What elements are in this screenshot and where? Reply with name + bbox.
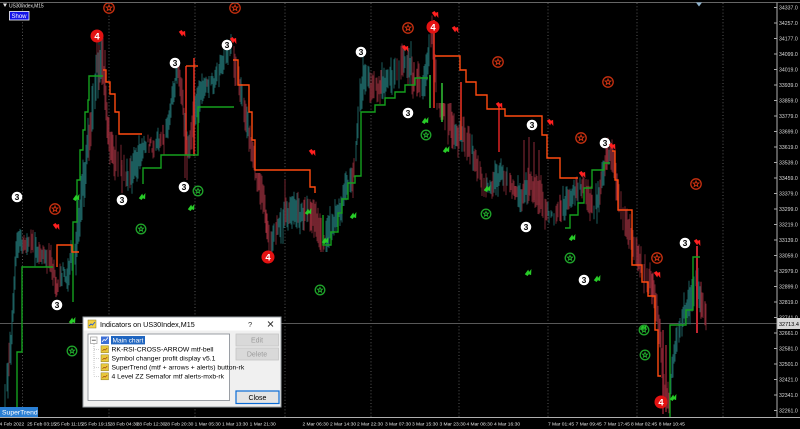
svg-text:4 Mar 16:30: 4 Mar 16:30: [494, 422, 520, 428]
svg-text:Show: Show: [11, 14, 27, 20]
svg-text:32899.0: 32899.0: [779, 285, 798, 291]
svg-text:2 Mar 06:30: 2 Mar 06:30: [302, 422, 328, 428]
svg-text:4: 4: [658, 398, 664, 409]
svg-text:RK-RSI-CROSS-ARROW mtf-bell: RK-RSI-CROSS-ARROW mtf-bell: [112, 347, 214, 354]
svg-text:32979.0: 32979.0: [779, 269, 798, 275]
svg-text:33379.0: 33379.0: [779, 192, 798, 198]
svg-text:24 Feb 2022: 24 Feb 2022: [0, 422, 25, 428]
svg-text:32421.0: 32421.0: [779, 378, 798, 384]
svg-text:33059.0: 33059.0: [779, 254, 798, 260]
svg-text:7 Mar 17:45: 7 Mar 17:45: [604, 422, 630, 428]
svg-text:3: 3: [173, 58, 178, 68]
svg-text:4 Level ZZ Semafor mtf alerts-: 4 Level ZZ Semafor mtf alerts-mxb-rk: [112, 374, 225, 381]
svg-text:8 Mar 02:45: 8 Mar 02:45: [631, 422, 657, 428]
svg-text:7 Mar 01:45: 7 Mar 01:45: [548, 422, 574, 428]
svg-text:28 Feb 20:30: 28 Feb 20:30: [165, 422, 194, 428]
svg-text:3: 3: [683, 238, 688, 248]
svg-text:Symbol changer profit display: Symbol changer profit display v5.1: [112, 356, 216, 363]
svg-text:34337.0: 34337.0: [779, 6, 798, 12]
svg-text:1 Mar 21:30: 1 Mar 21:30: [250, 422, 276, 428]
svg-text:32819.0: 32819.0: [779, 300, 798, 306]
svg-text:3 Mar 07:30: 3 Mar 07:30: [385, 422, 411, 428]
svg-text:3: 3: [182, 182, 187, 192]
svg-text:33619.0: 33619.0: [779, 145, 798, 151]
svg-text:25 Feb 11:15: 25 Feb 11:15: [54, 422, 83, 428]
svg-text:32741.0: 32741.0: [779, 316, 798, 322]
svg-text:33859.0: 33859.0: [779, 99, 798, 105]
svg-text:Edit: Edit: [251, 338, 263, 345]
svg-text:28 Feb 04:30: 28 Feb 04:30: [110, 422, 139, 428]
svg-text:25 Feb 19:15: 25 Feb 19:15: [82, 422, 111, 428]
svg-text:33939.0: 33939.0: [779, 83, 798, 89]
svg-text:33219.0: 33219.0: [779, 223, 798, 229]
svg-text:4 Mar 08:30: 4 Mar 08:30: [466, 422, 492, 428]
svg-text:7 Mar 09:45: 7 Mar 09:45: [576, 422, 602, 428]
svg-text:2 Mar 22:30: 2 Mar 22:30: [357, 422, 383, 428]
svg-text:34019.0: 34019.0: [779, 68, 798, 74]
svg-text:33699.0: 33699.0: [779, 130, 798, 136]
svg-text:1 Mar 05:30: 1 Mar 05:30: [195, 422, 221, 428]
svg-text:3: 3: [406, 108, 411, 118]
svg-text:4: 4: [94, 32, 100, 43]
svg-text:3: 3: [582, 275, 587, 285]
svg-text:33539.0: 33539.0: [779, 161, 798, 167]
svg-text:3: 3: [524, 222, 529, 232]
svg-text:2 Mar 14:30: 2 Mar 14:30: [330, 422, 356, 428]
svg-text:33139.0: 33139.0: [779, 238, 798, 244]
svg-text:25 Feb 03:15: 25 Feb 03:15: [27, 422, 56, 428]
svg-text:3: 3: [55, 300, 60, 310]
svg-text:3 Mar 23:30: 3 Mar 23:30: [439, 422, 465, 428]
svg-text:Indicators on US30Index,M15: Indicators on US30Index,M15: [100, 320, 195, 329]
svg-text:Main chart: Main chart: [113, 338, 144, 345]
svg-text:Delete: Delete: [247, 352, 267, 359]
svg-text:SuperTrend: SuperTrend: [2, 410, 38, 417]
svg-text:8 Mar 10:45: 8 Mar 10:45: [659, 422, 685, 428]
svg-text:3: 3: [603, 138, 608, 148]
svg-text:US30Index,M15: US30Index,M15: [9, 4, 44, 10]
svg-text:3: 3: [530, 120, 535, 130]
svg-text:32581.0: 32581.0: [779, 347, 798, 353]
svg-text:34177.0: 34177.0: [779, 37, 798, 43]
svg-text:1 Mar 13:30: 1 Mar 13:30: [222, 422, 248, 428]
svg-text:34099.0: 34099.0: [779, 52, 798, 58]
svg-text:32661.0: 32661.0: [779, 331, 798, 337]
svg-text:32341.0: 32341.0: [779, 393, 798, 399]
svg-text:3: 3: [15, 192, 20, 202]
svg-text:3: 3: [359, 47, 364, 57]
svg-text:32261.0: 32261.0: [779, 409, 798, 415]
svg-text:32501.0: 32501.0: [779, 362, 798, 368]
svg-text:34257.0: 34257.0: [779, 21, 798, 27]
svg-text:SuperTrend (mtf + arrows + ale: SuperTrend (mtf + arrows + alerts) butto…: [112, 365, 245, 372]
svg-text:Close: Close: [249, 395, 267, 402]
svg-text:3 Mar 15:30: 3 Mar 15:30: [412, 422, 438, 428]
svg-text:4: 4: [430, 23, 436, 34]
svg-text:3: 3: [120, 195, 125, 205]
svg-text:3: 3: [225, 40, 230, 50]
svg-text:28 Feb 12:30: 28 Feb 12:30: [137, 422, 166, 428]
svg-text:32713.4: 32713.4: [779, 322, 799, 328]
svg-text:4: 4: [265, 253, 271, 264]
svg-text:33459.0: 33459.0: [779, 176, 798, 182]
svg-text:?: ?: [248, 320, 252, 329]
svg-text:33299.0: 33299.0: [779, 207, 798, 213]
svg-text:33779.0: 33779.0: [779, 114, 798, 120]
